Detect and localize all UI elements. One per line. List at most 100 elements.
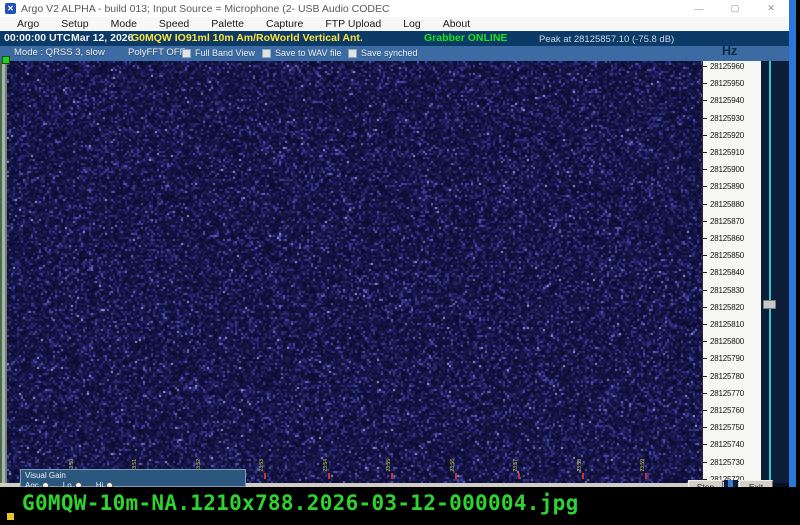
grabber-status: Grabber ONLINE: [424, 32, 507, 44]
argo-window: ✕ Argo V2 ALPHA - build 013; Input Sourc…: [0, 0, 796, 487]
tick-mark: [703, 358, 707, 359]
exit-button[interactable]: Exit: [739, 480, 773, 487]
time-marker: 23:58: [578, 459, 586, 479]
tick-mark: [703, 290, 707, 291]
frequency-tick-label: 28125870: [703, 217, 744, 226]
frequency-tick-label: 28125890: [703, 182, 744, 191]
menu-item-speed[interactable]: Speed: [148, 18, 200, 30]
tick-mark: [703, 186, 707, 187]
menu-item-ftp-upload[interactable]: FTP Upload: [314, 18, 392, 30]
frequency-tick-label: 28125960: [703, 62, 744, 71]
frequency-value: 28125870: [710, 217, 744, 226]
grabber-filename: G0MQW-10m-NA.1210x788.2026-03-12-000004.…: [22, 491, 579, 515]
frequency-value: 28125810: [710, 320, 744, 329]
title-bar: ✕ Argo V2 ALPHA - build 013; Input Sourc…: [0, 0, 789, 17]
frequency-value: 28125780: [710, 372, 744, 381]
frequency-value: 28125960: [710, 62, 744, 71]
time-marker: 23:59: [641, 459, 649, 479]
frequency-value: 28125750: [710, 423, 744, 432]
window-controls: — ▢ ✕: [693, 0, 777, 17]
tick-mark: [703, 410, 707, 411]
frequency-tick-label: 28125880: [703, 200, 744, 209]
time-marker-label: 23:57: [514, 459, 519, 472]
frequency-slider-zone: [761, 61, 789, 483]
frequency-value: 28125910: [710, 148, 744, 157]
filename-overlay-strip: G0MQW-10m-NA.1210x788.2026-03-12-000004.…: [0, 487, 800, 525]
tick-mark: [703, 324, 707, 325]
time-marker: 23:55: [387, 459, 395, 479]
time-marker: 23:53: [260, 459, 268, 479]
close-button[interactable]: ✕: [765, 3, 777, 14]
time-marker-label: 23:55: [387, 459, 392, 472]
frequency-scale: 28125960 28125950 28125940 28125930 28125920…: [702, 61, 761, 483]
tick-mark: [703, 221, 707, 222]
tick-mark: [703, 152, 707, 153]
frequency-tick-label: 28125740: [703, 440, 744, 449]
utc-clock: 00:00:00 UTC: [4, 32, 71, 44]
time-marker-tick: [455, 473, 457, 479]
tick-mark: [703, 444, 707, 445]
frequency-value: 28125830: [710, 286, 744, 295]
tick-mark: [703, 255, 707, 256]
time-marker-label: 23:53: [260, 459, 265, 472]
time-marker-tick: [264, 473, 266, 479]
screenshot-root: ✕ Argo V2 ALPHA - build 013; Input Sourc…: [0, 0, 800, 525]
frequency-value: 28125730: [710, 458, 744, 467]
frequency-value: 28125920: [710, 131, 744, 140]
scroll-indicator: [724, 480, 738, 487]
tick-mark: [703, 238, 707, 239]
time-marker: 23:57: [514, 459, 522, 479]
checkbox-save-synched[interactable]: [348, 49, 357, 58]
frequency-tick-label: 28125840: [703, 268, 744, 277]
frequency-value: 28125790: [710, 354, 744, 363]
tick-mark: [703, 341, 707, 342]
frequency-tick-label: 28125940: [703, 96, 744, 105]
frequency-tick-label: 28125930: [703, 114, 744, 123]
tick-mark: [703, 272, 707, 273]
menu-item-argo[interactable]: Argo: [6, 18, 50, 30]
frequency-tick-label: 28125780: [703, 372, 744, 381]
menu-item-log[interactable]: Log: [392, 18, 432, 30]
menu-item-palette[interactable]: Palette: [200, 18, 255, 30]
frequency-unit-label: Hz: [722, 44, 737, 58]
frequency-value: 28125890: [710, 182, 744, 191]
menu-item-mode[interactable]: Mode: [100, 18, 148, 30]
minimize-button[interactable]: —: [693, 4, 705, 14]
cursor-marker: [7, 513, 14, 520]
time-marker-label: 23:58: [578, 459, 583, 472]
mode-label: Mode : QRSS 3, slow: [14, 47, 105, 58]
time-marker-tick: [518, 473, 520, 479]
menu-item-about[interactable]: About: [432, 18, 481, 30]
time-marker-tick: [582, 473, 584, 479]
tick-mark: [703, 83, 707, 84]
frequency-tick-label: 28125910: [703, 148, 744, 157]
window-title: Argo V2 ALPHA - build 013; Input Source …: [21, 3, 390, 15]
frequency-value: 28125880: [710, 200, 744, 209]
checkbox-save-to-wav-file[interactable]: [262, 49, 271, 58]
frequency-tick-label: 28125860: [703, 234, 744, 243]
frequency-slider-thumb[interactable]: [763, 300, 776, 309]
checkbox-full-band-view[interactable]: [182, 49, 191, 58]
frequency-value: 28125840: [710, 268, 744, 277]
visual-gain-title: Visual Gain: [21, 470, 245, 480]
frequency-tick-label: 28125920: [703, 131, 744, 140]
menu-bar: Argo Setup Mode Speed Palette Capture FTP Uplo…: [0, 17, 789, 31]
frequency-tick-label: 28125800: [703, 337, 744, 346]
tick-mark: [703, 169, 707, 170]
date-label: Mar 12, 2026: [71, 32, 133, 44]
frequency-tick-label: 28125730: [703, 458, 744, 467]
tick-mark: [703, 462, 707, 463]
frequency-tick-label: 28125810: [703, 320, 744, 329]
menu-item-capture[interactable]: Capture: [255, 18, 314, 30]
time-marker-tick: [391, 473, 393, 479]
frequency-value: 28125860: [710, 234, 744, 243]
maximize-button[interactable]: ▢: [729, 3, 741, 14]
sync-marker-square: [2, 56, 10, 64]
menu-item-setup[interactable]: Setup: [50, 18, 99, 30]
time-marker-label: 23:59: [641, 459, 646, 472]
time-marker-label: 23:56: [451, 459, 456, 472]
mode-toolbar: Mode : QRSS 3, slow PolyFFT OFF Full Ban…: [0, 46, 789, 61]
stop-button[interactable]: Stop: [688, 480, 723, 487]
frequency-tick-label: 28125760: [703, 406, 744, 415]
waterfall-display[interactable]: [7, 61, 702, 483]
